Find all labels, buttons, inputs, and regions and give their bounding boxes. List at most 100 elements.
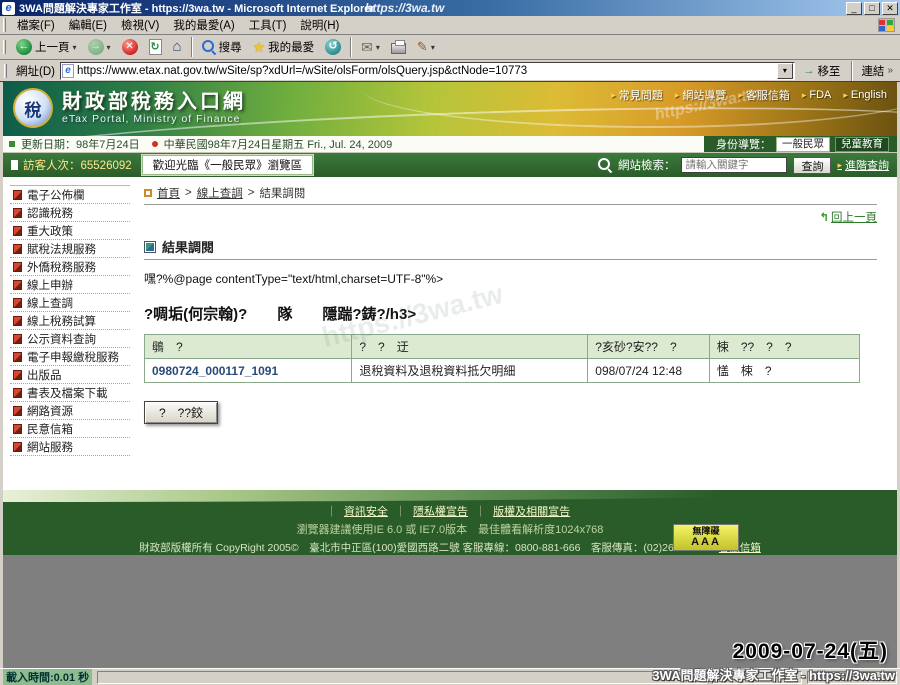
back-button[interactable]: ← 上一頁 ▾ (11, 36, 82, 58)
watermark-signature: 3WA問題解決專家工作室 - https://3wa.tw (652, 665, 895, 684)
sidebar-item-know-tax[interactable]: 認識稅務 (10, 204, 130, 222)
refresh-button[interactable]: ↻ (144, 36, 167, 58)
link-faq[interactable]: ▸常見問題 (611, 87, 663, 103)
book-icon (13, 352, 22, 362)
column-header: ?亥砂?安?? ? (588, 335, 710, 359)
breadcrumb-home[interactable]: 首頁 (157, 185, 180, 201)
accessibility-badge[interactable]: 無障礙 AAA (673, 524, 739, 551)
favorites-label: 我的最愛 (268, 39, 314, 55)
footer-decoration (3, 490, 897, 502)
book-icon (13, 190, 22, 200)
sidebar-item-online-query[interactable]: 線上查調 (10, 294, 130, 312)
menu-file[interactable]: 檔案(F) (10, 17, 62, 33)
date-overlay: 2009-07-24(五) (733, 635, 888, 665)
sidebar-item-public-data[interactable]: 公示資料查詢 (10, 330, 130, 348)
table-header-row: 䳇 ? ? ? 迂 ?亥砂?安?? ? 梀 ?? ? ? (145, 335, 860, 359)
site-search-button[interactable]: 查詢 (793, 157, 831, 174)
footer-link-copyright[interactable]: 版權及相關宣告 (493, 506, 570, 518)
dropdown-icon: ▾ (107, 43, 111, 52)
sidebar-item-resources[interactable]: 網路資源 (10, 402, 130, 420)
sidebar-item-foreigner[interactable]: 外僑稅務服務 (10, 258, 130, 276)
forward-button[interactable]: → ▾ (83, 36, 116, 58)
menu-edit[interactable]: 編輯(E) (62, 17, 114, 33)
sidebar-item-bulletin[interactable]: 電子公佈欄 (10, 186, 130, 204)
table-row: 0980724_000117_1091 退稅資料及退稅資料抵欠明細 098/07… (145, 359, 860, 383)
sidebar-item-tax-calc[interactable]: 線上稅務試算 (10, 312, 130, 330)
cell-query-id[interactable]: 0980724_000117_1091 (145, 359, 352, 383)
print-button[interactable] (386, 36, 411, 58)
sidebar-item-label: 線上查調 (27, 295, 73, 311)
links-button[interactable]: 連結 » (861, 63, 897, 79)
cell-description: 退稅資料及退稅資料抵欠明細 (352, 359, 588, 383)
home-bullet-icon (144, 189, 152, 197)
maximize-button[interactable]: □ (864, 2, 880, 15)
favorites-button[interactable]: ★ 我的最愛 (248, 36, 320, 58)
section-icon (144, 241, 156, 253)
site-search-input[interactable] (681, 157, 787, 173)
link-sitemap[interactable]: ▸網站導覽 (675, 87, 727, 103)
link-mailbox[interactable]: ▸客服信箱 (738, 87, 790, 103)
section-header: 結果調閱 (144, 237, 877, 256)
sidebar-item-efiling[interactable]: 電子申報繳稅服務 (10, 348, 130, 366)
back-arrow-icon: ↰ (819, 210, 829, 224)
identity-children-education[interactable]: 兒童教育 (835, 137, 889, 152)
address-input[interactable]: e https://www.etax.nat.gov.tw/wSite/sp?x… (60, 62, 795, 80)
sidebar-item-downloads[interactable]: 書表及檔案下載 (10, 384, 130, 402)
sidebar-item-label: 線上申辦 (27, 277, 73, 293)
footer-link-privacy[interactable]: 隱私權宣告 (413, 506, 468, 518)
footer-link-security[interactable]: 資訊安全 (344, 506, 388, 518)
book-icon (13, 388, 22, 398)
toolbar-separator (851, 61, 853, 81)
dropdown-icon: ▾ (376, 43, 380, 52)
info-bar: 更新日期：98年7月24日 中華民國98年7月24日星期五 Fri., Jul.… (3, 136, 897, 153)
link-label: 網站導覽 (682, 87, 726, 103)
minimize-button[interactable]: _ (846, 2, 862, 15)
menu-view[interactable]: 檢視(V) (114, 17, 166, 33)
search-toolbar-button[interactable]: 搜尋 (197, 36, 247, 58)
sidebar-item-label: 重大政策 (27, 223, 73, 239)
sidebar-item-tax-law[interactable]: 賦稅法規服務 (10, 240, 130, 258)
main-area: 電子公佈欄 認識稅務 重大政策 賦稅法規服務 外僑稅務服務 線上申辦 線上查調 … (3, 177, 897, 490)
go-button[interactable]: → 移至 (800, 63, 844, 79)
link-label: 客服信箱 (746, 87, 790, 103)
arrow-icon: ▸ (843, 90, 848, 101)
sidebar-item-opinion-box[interactable]: 民意信箱 (10, 420, 130, 438)
sidebar-item-online-apply[interactable]: 線上申辦 (10, 276, 130, 294)
menu-tools[interactable]: 工具(T) (242, 17, 294, 33)
dropdown-icon: ▾ (73, 43, 77, 52)
cell-action-link[interactable]: 㦈 梀 ? (709, 359, 859, 383)
download-button[interactable]: ? ??鉸 (144, 401, 218, 424)
site-title: 財政部稅務入口網 (62, 91, 246, 113)
sidebar-item-site-service[interactable]: 網站服務 (10, 438, 130, 456)
book-icon (13, 334, 22, 344)
menu-help[interactable]: 說明(H) (293, 17, 346, 33)
back-to-previous-link[interactable]: 回上一頁 (831, 212, 877, 224)
link-english[interactable]: ▸English (843, 87, 887, 103)
identity-general-public[interactable]: 一般民眾 (776, 137, 830, 152)
menu-favorites[interactable]: 我的最愛(A) (166, 17, 241, 33)
browser-window: e 3WA問題解決專家工作室 - https://3wa.tw - Micros… (0, 0, 900, 685)
ministry-emblem-icon: 稅 (13, 88, 53, 128)
copyright-text: 財政部版權所有 CopyRight 2005© 臺北市中正區(100)愛國西路二… (139, 542, 709, 554)
arrow-icon: ▸ (802, 90, 807, 101)
divider (144, 204, 877, 205)
sidebar-item-label: 電子公佈欄 (27, 187, 85, 203)
status-panel (97, 671, 707, 684)
sidebar-item-publications[interactable]: 出版品 (10, 366, 130, 384)
current-date: 中華民國98年7月24日星期五 Fri., Jul. 24, 2009 (164, 136, 393, 152)
sidebar-item-label: 公示資料查詢 (27, 331, 96, 347)
edit-button[interactable]: ✎ ▾ (412, 36, 440, 58)
arrow-icon: ▸ (738, 90, 743, 101)
history-button[interactable]: ↺ (320, 36, 346, 58)
close-button[interactable]: ✕ (882, 2, 898, 15)
address-dropdown[interactable]: ▾ (777, 63, 793, 79)
site-footer: ｜ 資訊安全 ｜ 隱私權宣告 ｜ 版權及相關宣告 瀏覽器建議使用IE 6.0 或… (3, 490, 897, 555)
link-fda[interactable]: ▸FDA (802, 87, 832, 103)
advanced-search-link[interactable]: ▸ 進階查詢 (837, 157, 889, 173)
home-button[interactable]: ⌂ (168, 36, 187, 58)
sidebar-item-policy[interactable]: 重大政策 (10, 222, 130, 240)
mail-button[interactable]: ✉ ▾ (356, 36, 385, 58)
stop-button[interactable]: ✕ (117, 36, 143, 58)
breadcrumb-online-query[interactable]: 線上查調 (197, 185, 243, 201)
book-icon (13, 298, 22, 308)
